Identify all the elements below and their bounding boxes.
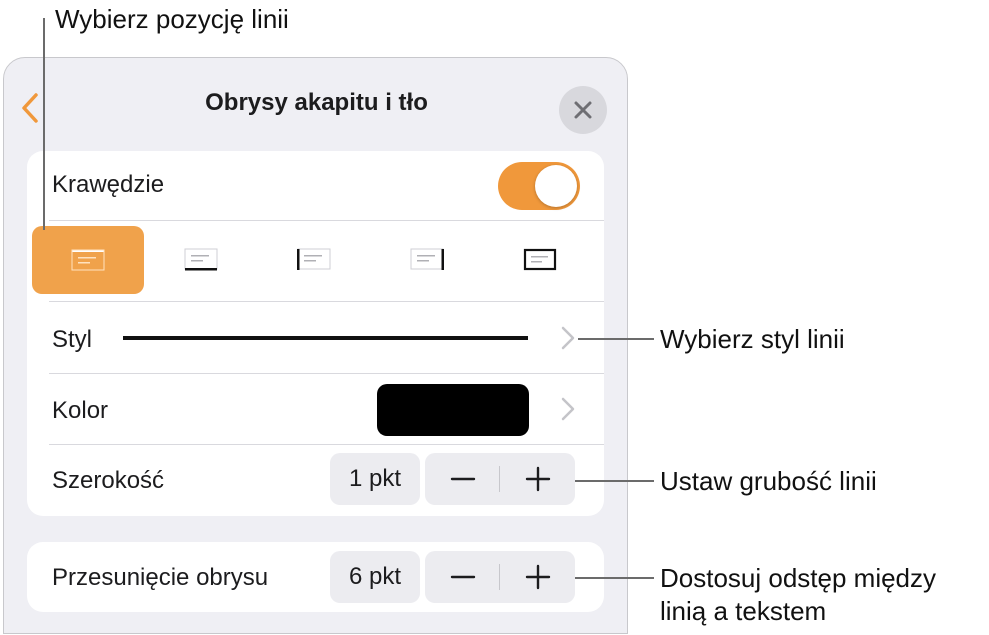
border-top-icon xyxy=(71,249,105,271)
borders-label: Krawędzie xyxy=(52,171,165,198)
offset-decrement-button[interactable] xyxy=(425,551,500,603)
plus-icon xyxy=(525,466,550,492)
offset-card: Przesunięcie obrysu 6 pkt xyxy=(27,542,604,612)
color-row[interactable]: Kolor xyxy=(27,374,604,444)
callout-offset-line1: Dostosuj odstęp między xyxy=(660,563,937,593)
chevron-right-icon xyxy=(561,326,575,350)
border-top-button[interactable] xyxy=(32,226,144,294)
callout-style-line xyxy=(578,338,654,340)
style-row[interactable]: Styl xyxy=(27,302,604,373)
panel-title: Obrysy akapitu i tło xyxy=(205,89,428,116)
border-right-icon xyxy=(410,248,444,270)
width-decrement-button[interactable] xyxy=(425,453,500,505)
style-label: Styl xyxy=(52,326,93,353)
border-left-icon xyxy=(297,248,331,270)
width-label: Szerokość xyxy=(52,467,165,494)
border-right-button[interactable] xyxy=(371,226,483,294)
line-style-preview[interactable] xyxy=(123,336,528,340)
borders-card: Krawędzie Styl Kolor Szerokość 1 pkt xyxy=(27,151,604,516)
plus-icon xyxy=(525,564,550,590)
borders-toggle[interactable] xyxy=(498,162,580,210)
callout-width-line xyxy=(575,480,654,482)
callout-position-line xyxy=(43,18,45,230)
color-label: Kolor xyxy=(52,397,109,424)
callout-offset-line xyxy=(575,577,654,579)
toggle-knob xyxy=(535,165,577,207)
offset-stepper xyxy=(425,551,575,603)
width-stepper xyxy=(425,453,575,505)
close-button[interactable] xyxy=(559,86,607,134)
width-row: Szerokość 1 pkt xyxy=(27,445,604,516)
callout-position: Wybierz pozycję linii xyxy=(55,4,289,34)
color-swatch[interactable] xyxy=(377,384,529,436)
width-value: 1 pkt xyxy=(330,453,420,505)
border-box-button[interactable] xyxy=(484,226,596,294)
offset-increment-button[interactable] xyxy=(500,551,575,603)
border-box-icon xyxy=(523,248,557,271)
paragraph-borders-panel: Obrysy akapitu i tło Krawędzie Styl Kolo… xyxy=(3,57,628,634)
callout-style: Wybierz styl linii xyxy=(660,324,845,354)
width-increment-button[interactable] xyxy=(500,453,575,505)
minus-icon xyxy=(450,477,475,481)
border-left-button[interactable] xyxy=(258,226,370,294)
borders-row: Krawędzie xyxy=(27,151,604,221)
callout-offset-line2: linią a tekstem xyxy=(660,596,827,626)
minus-icon xyxy=(450,575,475,579)
offset-label: Przesunięcie obrysu xyxy=(52,564,269,591)
border-position-row xyxy=(27,221,604,301)
border-bottom-button[interactable] xyxy=(145,226,257,294)
offset-value: 6 pkt xyxy=(330,551,420,603)
chevron-right-icon xyxy=(561,397,575,421)
close-icon xyxy=(574,101,592,119)
border-bottom-icon xyxy=(184,248,218,271)
callout-width: Ustaw grubość linii xyxy=(660,466,877,496)
